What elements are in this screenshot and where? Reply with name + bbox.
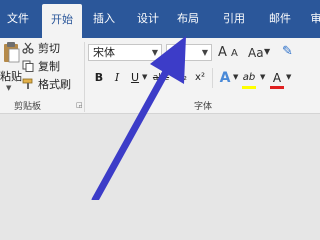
paste-button[interactable]: 粘贴 [0,68,22,84]
font-name-dropdown[interactable]: 宋体 ▼ [88,44,162,61]
document-area [0,115,320,200]
text-effects-button[interactable]: A [218,70,232,86]
subscript-button[interactable]: x₂ [174,70,190,86]
copy-button[interactable]: 复制 [22,58,60,74]
italic-button[interactable]: I [110,70,124,86]
format-painter-icon [22,78,33,89]
tab-file[interactable]: 文件 [2,0,34,38]
paste-icon[interactable] [2,40,20,64]
chevron-down-icon[interactable]: ▼ [142,73,147,81]
font-size-dropdown[interactable]: ▼ [166,44,212,61]
paste-dropdown-icon[interactable]: ▼ [6,84,11,92]
highlight-button[interactable]: ab [241,70,257,86]
bold-button[interactable]: B [92,70,106,86]
chevron-down-icon[interactable]: ▼ [260,73,265,81]
format-painter-label: 格式刷 [38,78,71,91]
tab-insert[interactable]: 插入 [88,0,120,38]
cut-label: 剪切 [38,42,60,55]
tab-mailings[interactable]: 邮件 [264,0,296,38]
change-case-button[interactable]: Aa [248,46,264,60]
chevron-down-icon[interactable]: ▼ [233,73,238,81]
highlight-color-bar [242,86,256,89]
clear-formatting-icon[interactable]: ✎ [282,44,293,59]
tab-design[interactable]: 设计 [132,0,164,38]
font-color-button[interactable]: A [270,70,284,86]
clipboard-dialog-launcher-icon[interactable]: ◲ [76,101,83,109]
copy-icon [22,60,34,72]
tab-layout[interactable]: 布局 [172,0,204,38]
strikethrough-button[interactable]: abc [151,70,171,86]
group-separator [212,68,213,88]
underline-button[interactable]: U [128,70,142,86]
shrink-font-button[interactable]: A [231,48,238,59]
scissors-icon [22,42,34,54]
group-separator [84,42,85,112]
chevron-down-icon[interactable]: ▼ [286,73,291,81]
ribbon-tab-bar: 文件 开始 插入 设计 布局 引用 邮件 审 [0,0,320,38]
grow-font-button[interactable]: A [218,45,227,60]
superscript-button[interactable]: x² [192,70,208,86]
tab-references[interactable]: 引用 [218,0,250,38]
cut-button[interactable]: 剪切 [22,40,60,56]
font-color-bar [270,86,284,89]
tab-home[interactable]: 开始 [42,4,82,38]
copy-label: 复制 [38,60,60,73]
chevron-down-icon: ▼ [151,48,158,57]
format-painter-button[interactable]: 格式刷 [22,76,71,92]
font-name-value: 宋体 [93,46,115,59]
font-group-label: 字体 [194,102,213,112]
clipboard-group-label: 剪贴板 [14,102,42,112]
chevron-down-icon[interactable]: ▼ [264,47,270,56]
tab-review[interactable]: 审 [306,0,320,38]
chevron-down-icon: ▼ [201,48,208,57]
